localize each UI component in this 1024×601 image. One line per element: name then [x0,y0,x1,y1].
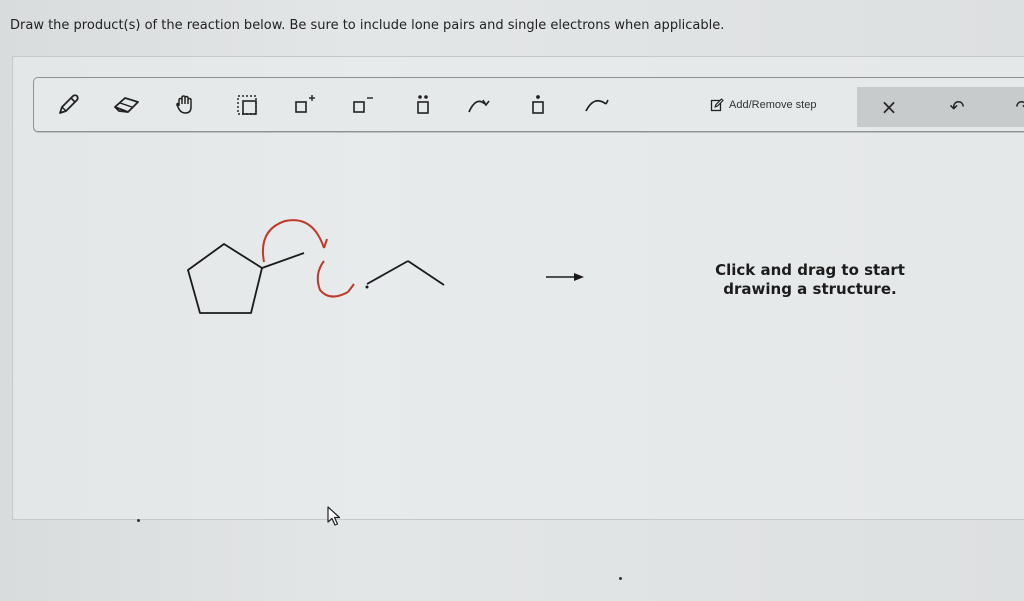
canvas-hint: Click and drag to start drawing a struct… [690,261,930,299]
ring-substituent-bond [261,252,305,269]
canvas-hint-line-2: drawing a structure. [723,280,897,298]
radical-electron-dot [365,285,369,289]
screen-speck [619,577,622,580]
fishhook-arrow-top-head [323,238,328,249]
canvas-hint-line-1: Click and drag to start [715,261,905,279]
fishhook-arrow-bottom [316,260,349,298]
cyclopentane-ring [187,243,263,314]
screen-speck [137,519,140,522]
fishhook-arrow-top [262,219,325,263]
reaction-arrow-head [574,273,584,281]
reaction-scheme [187,219,584,314]
ethyl-bond-1 [366,260,409,285]
ethyl-bond-2 [407,260,445,286]
fishhook-arrow-bottom-head [347,283,355,293]
mouse-cursor-icon [327,506,341,526]
